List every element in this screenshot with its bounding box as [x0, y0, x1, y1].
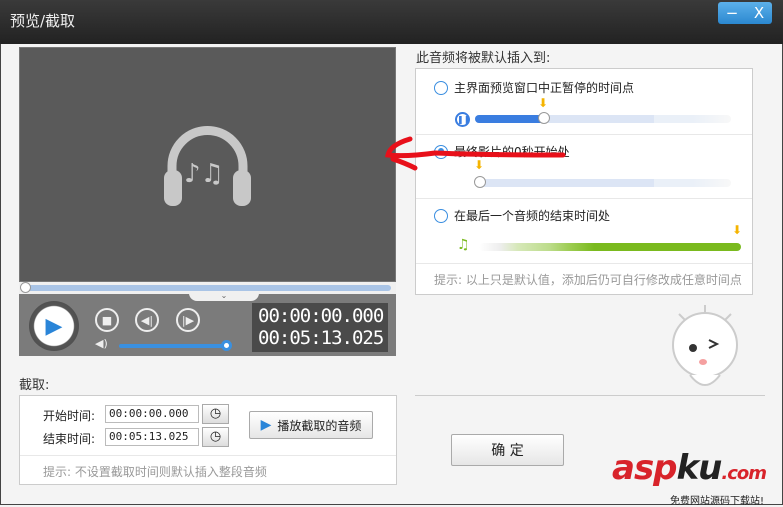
- option-end-of-last-audio[interactable]: 在最后一个音频的结束时间处: [434, 207, 610, 224]
- divider: [416, 263, 752, 264]
- stop-button[interactable]: ■: [95, 308, 119, 332]
- radio-end-of-last-audio[interactable]: [434, 208, 448, 223]
- seek-track[interactable]: [25, 285, 391, 291]
- window-title: 预览/截取: [10, 12, 76, 30]
- preview-screen[interactable]: ♪♫: [19, 47, 396, 282]
- previous-frame-button[interactable]: ◀|: [135, 308, 159, 332]
- divider: [416, 198, 752, 199]
- next-frame-button[interactable]: |▶: [176, 308, 200, 332]
- divider: [415, 395, 765, 396]
- set-start-time-button[interactable]: ◷: [202, 404, 229, 424]
- red-annotation-arrow: [385, 136, 566, 171]
- total-time: 00:05:13.025: [258, 327, 384, 349]
- player-controls: ⌄ ▶ ■ ◀| |▶ ◀) 00:00:00.000 00:05:13.025: [19, 292, 396, 356]
- timecode-display: 00:00:00.000 00:05:13.025: [252, 303, 388, 352]
- option-pause-point[interactable]: 主界面预览窗口中正暂停的时间点: [434, 79, 634, 96]
- clip-section-label: 截取:: [19, 378, 50, 393]
- seek-handle[interactable]: [20, 282, 31, 293]
- end-track: [479, 243, 741, 251]
- divider: [20, 455, 396, 456]
- close-button[interactable]: X: [754, 4, 764, 22]
- option-label: 在最后一个音频的结束时间处: [454, 209, 611, 223]
- option-label: 主界面预览窗口中正暂停的时间点: [454, 81, 635, 95]
- volume-handle[interactable]: [221, 340, 232, 351]
- pause-icon: ❚❚: [455, 112, 470, 127]
- radio-pause-point[interactable]: [434, 80, 448, 95]
- step-forward-icon: |▶: [181, 313, 195, 327]
- clock-icon: ◷: [209, 406, 222, 421]
- current-time: 00:00:00.000: [258, 305, 384, 327]
- clock-icon: ◷: [209, 429, 222, 444]
- step-back-icon: ◀|: [140, 313, 154, 327]
- title-bar[interactable]: 预览/截取 − X: [0, 0, 783, 44]
- insert-arrow-icon: ⬇: [538, 96, 549, 110]
- music-note-icon: ♫: [457, 237, 470, 253]
- collapse-toggle[interactable]: ⌄: [189, 292, 259, 301]
- pause-point-track: [475, 115, 731, 123]
- play-icon: ▶: [260, 417, 272, 433]
- clip-panel: 开始时间: 00:00:00.000 ◷ 结束时间: 00:05:13.025 …: [19, 395, 397, 485]
- start-time-label: 开始时间:: [43, 409, 96, 423]
- window-controls: − X: [718, 2, 772, 24]
- insert-arrow-icon: ⬇: [732, 223, 743, 237]
- insert-section-label: 此音频将被默认插入到:: [416, 51, 551, 66]
- insert-panel: 主界面预览窗口中正暂停的时间点 ⬇ ❚❚ 最终影片的0秒开始处 ⬇ 在最后一个音…: [415, 68, 753, 295]
- watermark-logo: aspku.com 免费网站源码下载站!: [612, 448, 767, 507]
- mascot-illustration: [672, 305, 738, 386]
- volume-slider[interactable]: [119, 344, 229, 348]
- start-track: [475, 179, 731, 187]
- set-end-time-button[interactable]: ◷: [202, 427, 229, 447]
- play-button[interactable]: ▶: [29, 301, 79, 351]
- start-marker: [474, 176, 486, 188]
- minimize-button[interactable]: −: [726, 4, 739, 22]
- svg-text:♪♫: ♪♫: [184, 159, 224, 189]
- volume-icon[interactable]: ◀): [95, 337, 108, 350]
- play-icon: ▶: [45, 313, 63, 339]
- end-time-label: 结束时间:: [43, 432, 96, 446]
- confirm-button[interactable]: 确 定: [451, 434, 564, 466]
- start-time-input[interactable]: 00:00:00.000: [105, 405, 199, 423]
- play-clip-button[interactable]: ▶ 播放截取的音频: [249, 411, 373, 439]
- pause-point-marker: [538, 112, 550, 124]
- headphones-music-icon: ♪♫: [164, 126, 251, 206]
- stop-icon: ■: [101, 313, 113, 327]
- play-clip-label: 播放截取的音频: [277, 418, 362, 433]
- end-time-input[interactable]: 00:05:13.025: [105, 428, 199, 446]
- insert-hint: 提示: 以上只是默认值，添加后仍可自行修改成任意时间点: [434, 273, 742, 287]
- clip-hint: 提示: 不设置截取时间则默认插入整段音频: [43, 465, 267, 479]
